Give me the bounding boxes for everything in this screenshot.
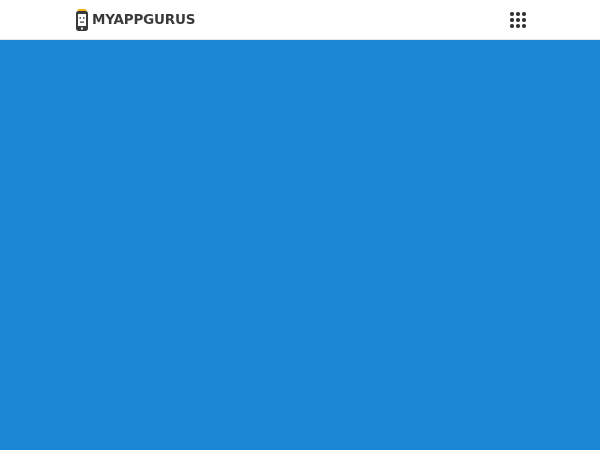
grid-menu-icon (510, 12, 526, 28)
site-logo[interactable]: MYAPPGURUS (75, 8, 195, 32)
logo-text: MYAPPGURUS (92, 12, 196, 28)
page: MYAPPGURUS (0, 0, 600, 450)
phone-logo-icon (76, 8, 88, 31)
hero-banner (0, 40, 600, 450)
site-header: MYAPPGURUS (0, 0, 600, 40)
grid-menu-button[interactable] (509, 11, 527, 29)
